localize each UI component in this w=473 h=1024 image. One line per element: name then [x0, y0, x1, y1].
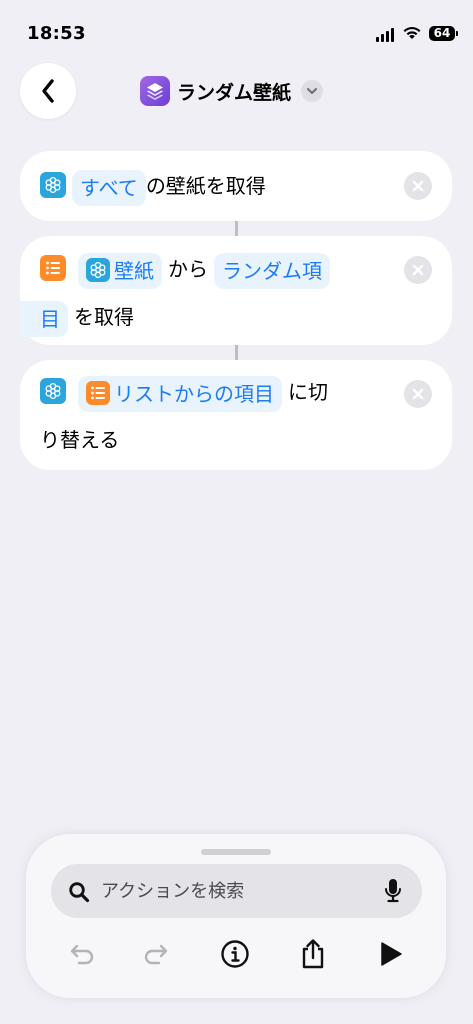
action-text: り替える — [40, 428, 120, 452]
action-text: から — [168, 257, 208, 281]
back-button[interactable] — [20, 63, 76, 119]
info-button[interactable] — [215, 934, 255, 974]
wallpaper-variable-token[interactable]: 壁紙 — [78, 252, 162, 289]
variable-label: リストからの項目 — [114, 381, 274, 406]
close-icon — [412, 388, 424, 400]
action-card-set-wallpaper[interactable]: リストからの項目 に切り替える — [20, 360, 452, 470]
random-item-token[interactable]: ランダム項 — [214, 252, 330, 289]
list-icon — [86, 380, 110, 405]
share-button[interactable] — [293, 934, 333, 974]
battery-indicator: 64 — [429, 26, 458, 41]
status-bar: 18:53 64 — [0, 0, 473, 62]
action-card-get-wallpaper[interactable]: すべて の壁紙を取得 — [20, 151, 452, 221]
list-icon — [40, 255, 66, 281]
flower-icon — [40, 378, 66, 404]
page-title: ランダム壁紙 — [177, 81, 292, 104]
redo-button[interactable] — [137, 934, 177, 974]
chevron-down-icon[interactable] — [301, 80, 324, 102]
flower-icon — [86, 257, 110, 282]
cellular-signal-icon — [376, 28, 394, 42]
chevron-left-icon — [42, 79, 54, 103]
action-connector — [235, 221, 238, 236]
play-icon — [381, 942, 402, 966]
shortcuts-stack-icon — [140, 76, 170, 106]
action-text: の壁紙を取得 — [145, 174, 266, 198]
action-search-panel — [26, 834, 446, 998]
search-input[interactable] — [101, 864, 361, 918]
microphone-icon[interactable] — [384, 878, 402, 904]
status-time: 18:53 — [27, 23, 86, 44]
list-item-variable-token[interactable]: リストからの項目 — [78, 375, 282, 412]
action-text: を取得 — [74, 305, 134, 329]
remove-action-button[interactable] — [404, 172, 432, 200]
close-icon — [412, 264, 424, 276]
magnifier-icon — [69, 882, 90, 903]
undo-button[interactable] — [61, 934, 101, 974]
redo-icon — [144, 944, 168, 965]
random-item-token-continued[interactable]: 目 — [20, 300, 68, 337]
search-bar[interactable] — [51, 864, 422, 918]
shortcut-title-menu[interactable]: ランダム壁紙 — [140, 76, 324, 106]
action-card-get-random-item[interactable]: 壁紙 から ランダム項目を取得 — [20, 236, 452, 345]
wallpaper-selection-token[interactable]: すべて — [72, 169, 146, 206]
remove-action-button[interactable] — [404, 380, 432, 408]
undo-icon — [70, 944, 94, 965]
remove-action-button[interactable] — [404, 256, 432, 284]
run-button[interactable] — [371, 934, 411, 974]
drag-handle[interactable] — [201, 849, 271, 855]
action-text: に切 — [288, 380, 328, 404]
share-icon — [302, 939, 324, 969]
action-connector — [235, 345, 238, 360]
variable-label: 壁紙 — [114, 258, 154, 283]
close-icon — [412, 180, 424, 192]
wifi-icon — [402, 25, 422, 44]
flower-icon — [40, 172, 66, 198]
info-icon — [221, 940, 249, 968]
